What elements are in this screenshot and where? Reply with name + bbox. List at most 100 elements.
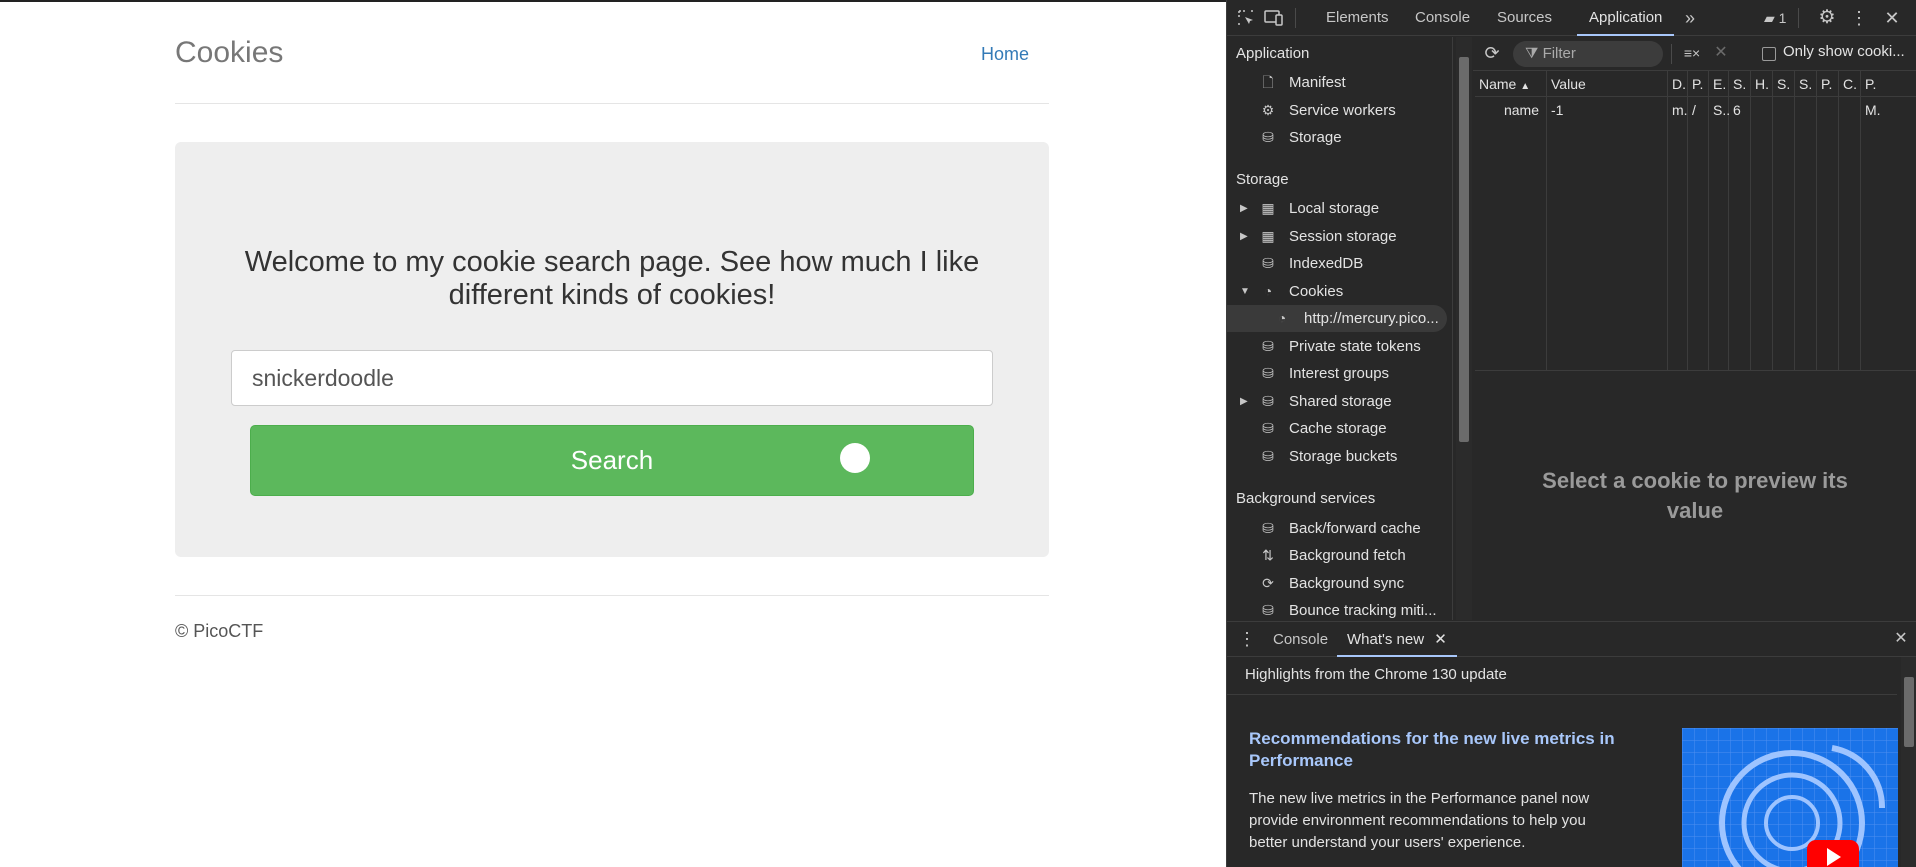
tab-sources[interactable]: Sources (1497, 0, 1552, 36)
up-down-arrows-icon: ⇅ (1262, 547, 1274, 563)
toolbar-divider (1798, 8, 1799, 28)
cookie-value-cell[interactable]: -1 (1547, 98, 1668, 122)
clear-all-icon[interactable]: ≡× (1681, 43, 1703, 63)
cursor-indicator (840, 443, 870, 473)
search-card: Welcome to my cookie search page. See ho… (175, 142, 1049, 557)
sync-icon: ⟳ (1262, 575, 1274, 591)
application-sidebar: Application 🗋 Manifest ⚙ Service workers ⛁… (1227, 37, 1453, 620)
column-divider (1839, 97, 1861, 371)
database-icon: ⛁ (1262, 420, 1274, 436)
gears-icon: ⚙ (1261, 102, 1275, 118)
cookie-name-cell[interactable]: name (1475, 98, 1547, 122)
devtools-drawer: ⋮ Console What's new ✕ ✕ Highlights from… (1227, 621, 1916, 867)
close-devtools-icon[interactable]: ✕ (1881, 8, 1903, 28)
column-header-name[interactable]: Name ▲ (1475, 71, 1547, 97)
tab-elements[interactable]: Elements (1326, 0, 1389, 36)
column-header-priority[interactable]: P. (1861, 71, 1916, 97)
expand-arrow-icon[interactable]: ▶ (1240, 195, 1248, 222)
message-icon: ▰ (1764, 10, 1775, 26)
sidebar-item-session-storage[interactable]: ▶ ▦ Session storage (1227, 223, 1452, 250)
sidebar-item-background-sync[interactable]: ⟳ Background sync (1227, 570, 1452, 597)
cookie-domain-cell[interactable]: m.. (1668, 98, 1688, 122)
column-divider (1475, 97, 1547, 371)
cookie-path-cell[interactable]: / (1688, 98, 1709, 122)
web-page: Cookies Home Welcome to my cookie search… (0, 0, 1226, 867)
device-toolbar-icon[interactable] (1263, 8, 1285, 28)
whats-new-title[interactable]: Recommendations for the new live metrics… (1249, 728, 1629, 772)
drawer-scroll-thumb[interactable] (1904, 677, 1914, 747)
cookie-filter-input[interactable]: ⧩ Filter (1513, 41, 1663, 67)
database-icon: ⛁ (1262, 393, 1274, 409)
messages-count: 1 (1778, 10, 1787, 26)
nav-home-link[interactable]: Home (981, 44, 1029, 65)
tab-console[interactable]: Console (1415, 0, 1470, 36)
drawer-scrollbar[interactable] (1901, 657, 1916, 867)
sidebar-item-local-storage[interactable]: ▶ ▦ Local storage (1227, 195, 1452, 222)
messages-badge[interactable]: ▰ 1 (1764, 10, 1786, 27)
sidebar-item-cache-storage[interactable]: ⛁ Cache storage (1227, 415, 1452, 442)
column-header-size[interactable]: S. (1729, 71, 1751, 97)
sidebar-scrollbar[interactable] (1456, 37, 1472, 620)
more-tabs-icon[interactable]: » (1679, 8, 1701, 28)
expand-arrow-icon[interactable]: ▶ (1240, 388, 1248, 415)
refresh-icon[interactable]: ⟳ (1481, 43, 1503, 63)
video-thumbnail[interactable] (1682, 728, 1898, 867)
sidebar-item-background-fetch[interactable]: ⇅ Background fetch (1227, 542, 1452, 569)
sidebar-item-bounce-tracking[interactable]: ⛁ Bounce tracking miti... (1227, 597, 1452, 620)
column-header-domain[interactable]: D. (1668, 71, 1688, 97)
delete-selected-icon[interactable]: ✕ (1710, 43, 1732, 63)
drawer-tab-whats-new[interactable]: What's new ✕ (1337, 622, 1457, 657)
cookie-size-cell[interactable]: 6 (1729, 98, 1751, 122)
sidebar-item-indexeddb[interactable]: ⛁ IndexedDB (1227, 250, 1452, 277)
sidebar-item-back-forward-cache[interactable]: ⛁ Back/forward cache (1227, 515, 1452, 542)
tab-application[interactable]: Application (1577, 0, 1675, 36)
column-header-value[interactable]: Value (1547, 71, 1668, 97)
column-header-expires[interactable]: E. (1709, 71, 1729, 97)
database-icon: ⛁ (1262, 448, 1274, 464)
sidebar-item-private-state-tokens[interactable]: ⛁ Private state tokens (1227, 333, 1452, 360)
column-header-httponly[interactable]: H. (1751, 71, 1773, 97)
drawer-tab-console[interactable]: Console (1273, 622, 1328, 657)
inspect-element-icon[interactable] (1235, 8, 1257, 28)
sidebar-item-cookie-origin[interactable]: ◔ http://mercury.pico... (1227, 305, 1447, 332)
sidebar-item-cookies[interactable]: ▼ ◔ Cookies (1227, 278, 1452, 305)
expand-arrow-icon[interactable]: ▶ (1240, 223, 1248, 250)
column-divider (1751, 97, 1773, 371)
whats-new-body: The new live metrics in the Performance … (1249, 790, 1590, 851)
column-header-secure[interactable]: S. (1773, 71, 1795, 97)
drawer-menu-icon[interactable]: ⋮ (1236, 629, 1258, 649)
close-drawer-icon[interactable]: ✕ (1890, 629, 1912, 649)
sidebar-item-manifest[interactable]: 🗋 Manifest (1227, 69, 1452, 96)
column-divider (1817, 97, 1839, 371)
search-input[interactable]: snickerdoodle (231, 350, 993, 406)
sidebar-item-storage-overview[interactable]: ⛁ Storage (1227, 124, 1452, 151)
screen: Cookies Home Welcome to my cookie search… (0, 0, 1916, 867)
sidebar-item-shared-storage[interactable]: ▶ ⛁ Shared storage (1227, 388, 1452, 415)
cookies-table: Name ▲ Value D. P. E. S. H. S. S. P. C. … (1475, 71, 1916, 371)
toolbar-divider (1295, 8, 1296, 28)
sidebar-item-storage-buckets[interactable]: ⛁ Storage buckets (1227, 443, 1452, 470)
table-icon: ▦ (1261, 228, 1275, 244)
column-header-cross-site[interactable]: C. (1839, 71, 1861, 97)
column-divider (1688, 97, 1709, 371)
sidebar-item-interest-groups[interactable]: ⛁ Interest groups (1227, 360, 1452, 387)
column-divider (1547, 97, 1668, 371)
settings-gear-icon[interactable]: ⚙ (1816, 8, 1838, 28)
more-options-icon[interactable]: ⋮ (1848, 8, 1870, 28)
highlights-heading: Highlights from the Chrome 130 update (1245, 666, 1507, 683)
cookie-preview-placeholder: Select a cookie to preview its value (1542, 468, 1848, 523)
only-show-issues-checkbox[interactable] (1762, 47, 1776, 61)
column-header-samesite[interactable]: S. (1795, 71, 1817, 97)
column-divider (1773, 97, 1795, 371)
cookie-priority-cell[interactable]: M. (1861, 98, 1916, 122)
toolbar-divider (1671, 44, 1672, 64)
close-tab-icon[interactable]: ✕ (1434, 631, 1447, 648)
cookie-expires-cell[interactable]: S.. (1709, 98, 1729, 122)
sidebar-scroll-thumb[interactable] (1459, 57, 1469, 442)
collapse-arrow-icon[interactable]: ▼ (1240, 278, 1250, 305)
column-header-partition-key[interactable]: P. (1817, 71, 1839, 97)
column-header-path[interactable]: P. (1688, 71, 1709, 97)
sidebar-item-service-workers[interactable]: ⚙ Service workers (1227, 97, 1452, 124)
highlights-divider (1227, 694, 1897, 695)
welcome-heading: Welcome to my cookie search page. See ho… (244, 246, 980, 311)
